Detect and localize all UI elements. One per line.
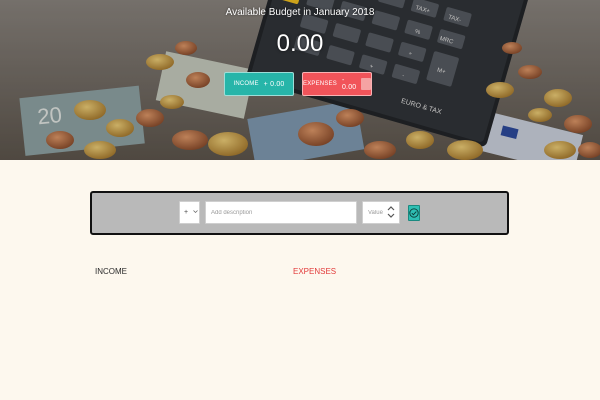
income-summary: INCOME + 0.00 bbox=[224, 72, 294, 96]
expenses-summary-label: EXPENSES bbox=[303, 81, 337, 87]
expenses-list bbox=[293, 282, 473, 392]
income-list bbox=[95, 282, 275, 392]
checkmark-circle-icon bbox=[409, 208, 419, 218]
income-summary-value: + 0.00 bbox=[263, 80, 285, 88]
expenses-percentage-badge bbox=[361, 78, 371, 90]
expenses-list-title: EXPENSES bbox=[293, 267, 337, 276]
hero-header: 20 TAX- TAX+ MRC M+ ÷ % - + EURO & TAX A… bbox=[0, 0, 600, 160]
expenses-summary: EXPENSES - 0.00 bbox=[302, 72, 372, 96]
income-summary-label: INCOME bbox=[233, 81, 259, 87]
number-spinner-icon[interactable] bbox=[387, 205, 395, 219]
type-select-value: + bbox=[184, 209, 189, 216]
add-button[interactable] bbox=[408, 205, 420, 221]
income-list-title: INCOME bbox=[95, 267, 127, 276]
type-select[interactable]: + bbox=[179, 201, 200, 224]
hero-overlay bbox=[0, 0, 600, 160]
add-item-bar: + bbox=[90, 191, 509, 235]
budget-value: 0.00 bbox=[276, 30, 324, 57]
description-input[interactable] bbox=[205, 201, 357, 224]
budget-title: Available Budget in January 2018 bbox=[225, 7, 375, 18]
chevron-down-icon bbox=[193, 210, 198, 214]
expenses-summary-value: - 0.00 bbox=[341, 77, 357, 91]
